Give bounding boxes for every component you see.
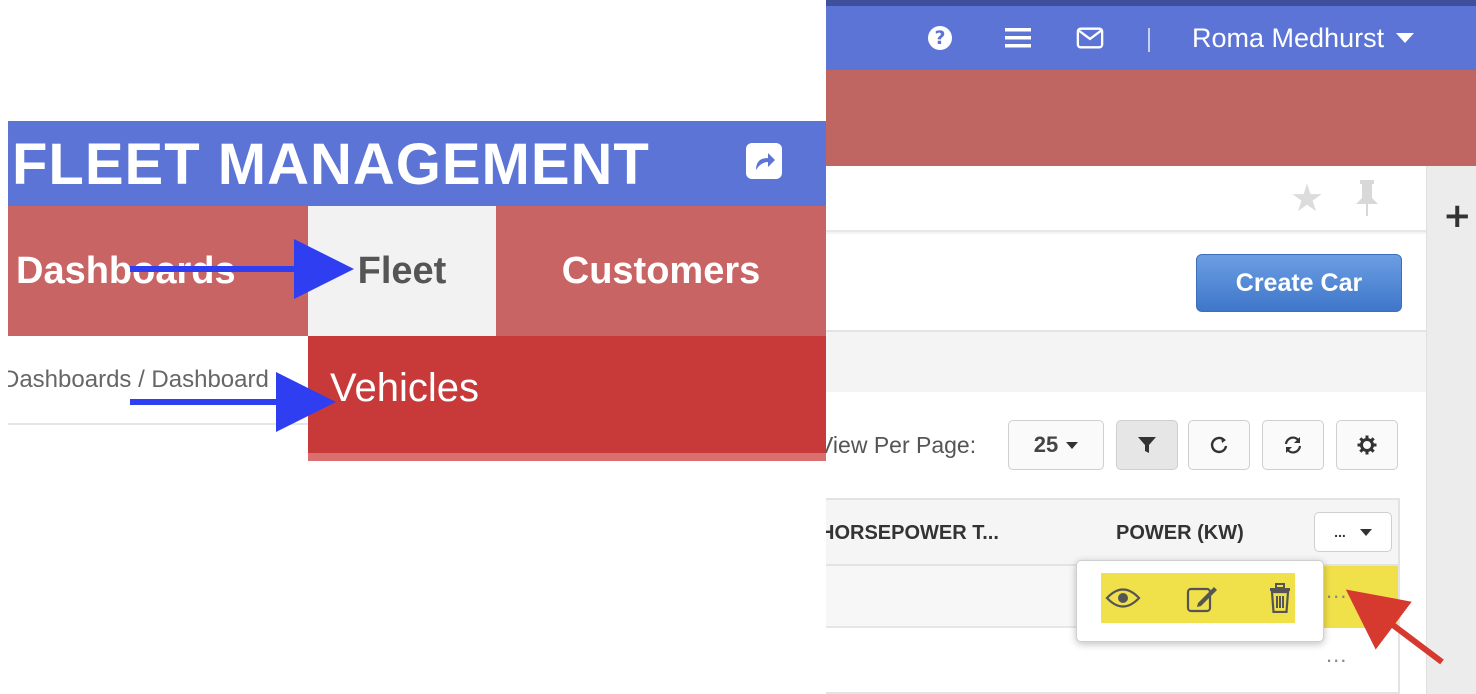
pin-icon[interactable] (1354, 178, 1380, 218)
chevron-down-icon (1066, 441, 1079, 449)
nav-item-fleet[interactable]: Fleet (308, 206, 496, 336)
data-grid: View Per Page: 25 HORSEPOWER T... POWER (826, 392, 1426, 694)
row-actions-ellipsis[interactable]: ... (1326, 578, 1347, 604)
help-icon[interactable]: ? (926, 24, 954, 52)
filter-bar (826, 334, 1426, 390)
filter-button[interactable] (1116, 420, 1178, 470)
menu-item-vehicles[interactable]: Vehicles (330, 366, 479, 411)
reset-button[interactable] (1188, 420, 1250, 470)
nav-item-customers[interactable]: Customers (496, 206, 826, 336)
edit-icon[interactable] (1185, 583, 1219, 613)
envelope-icon[interactable] (1076, 24, 1104, 52)
star-icon[interactable]: ★ (1290, 176, 1324, 221)
refresh-icon (1284, 436, 1302, 454)
table-header: HORSEPOWER T... POWER (KW) ... (826, 500, 1398, 566)
chevron-down-icon (1359, 528, 1372, 536)
gear-icon (1357, 435, 1377, 455)
row-actions-ellipsis[interactable]: ... (1326, 642, 1347, 668)
page-title-bar: ★ (826, 166, 1426, 232)
navbar-divider (1148, 28, 1150, 52)
plus-icon[interactable]: + (1443, 196, 1472, 236)
create-car-button[interactable]: Create Car (1196, 254, 1402, 312)
row-actions-popover (1076, 560, 1324, 642)
chevron-down-icon (1396, 33, 1415, 43)
grid-settings-button[interactable] (1336, 420, 1398, 470)
top-navbar: ? Roma Medhurst (826, 0, 1476, 70)
column-actions-ellipsis: ... (1334, 524, 1346, 540)
nav-item-dashboards[interactable]: Dashboards (8, 206, 308, 336)
delete-icon[interactable] (1267, 583, 1293, 613)
hamburger-icon[interactable] (1004, 24, 1032, 52)
filter-icon (1138, 437, 1156, 453)
inset-header: FLEET MANAGEMENT (8, 121, 826, 206)
view-icon[interactable] (1105, 583, 1141, 613)
share-icon[interactable] (746, 143, 782, 179)
user-menu[interactable]: Roma Medhurst (1192, 22, 1415, 54)
main-menu-bar (826, 70, 1476, 166)
user-name: Roma Medhurst (1192, 22, 1385, 53)
action-bar: Create Car (826, 234, 1426, 332)
app-screenshot: ? Roma Medhurst ★ Create Car View Per Pa… (826, 0, 1476, 694)
page-size-select[interactable]: 25 (1008, 420, 1104, 470)
divider (8, 423, 308, 425)
sidebar-strip: + (1426, 166, 1476, 694)
page-size-value: 25 (1033, 432, 1059, 457)
main-nav: Dashboards Fleet Customers (8, 206, 826, 336)
column-header-power[interactable]: POWER (KW) (1116, 522, 1244, 545)
fleet-dropdown-menu: Vehicles (308, 336, 826, 461)
app-title: FLEET MANAGEMENT (12, 132, 650, 197)
rotate-icon (1210, 436, 1228, 454)
page-size-label: View Per Page: (826, 432, 977, 458)
refresh-button[interactable] (1262, 420, 1324, 470)
column-actions-dropdown[interactable]: ... (1314, 512, 1392, 552)
menu-zoom-inset: FLEET MANAGEMENT Dashboards Fleet Custom… (8, 121, 826, 461)
column-header-horsepower[interactable]: HORSEPOWER T... (826, 522, 999, 545)
question-circle-icon: ? (928, 26, 952, 50)
breadcrumb: Dashboards / Dashboard (8, 366, 269, 393)
